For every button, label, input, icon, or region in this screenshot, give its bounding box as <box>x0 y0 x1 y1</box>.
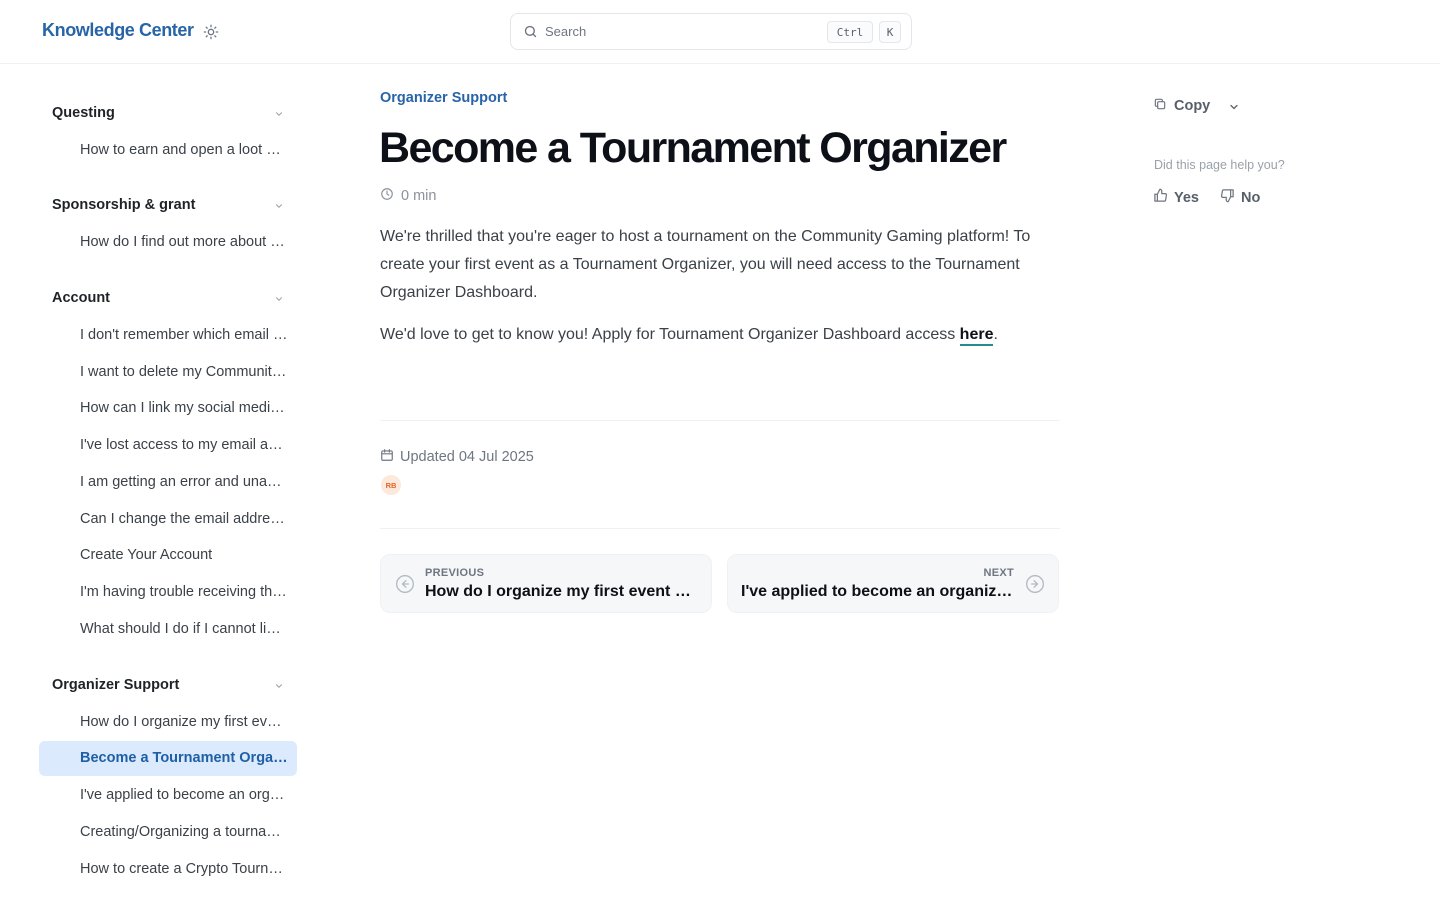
sidebar-item-label: Create Your Account <box>80 547 213 563</box>
sidebar-item[interactable]: Creating/Organizing a tournament <box>39 815 297 850</box>
copy-button[interactable]: Copy <box>1153 96 1210 116</box>
article-paragraph: We'd love to get to know you! Apply for … <box>380 321 1070 349</box>
sidebar-item[interactable]: I've lost access to my email account <box>39 428 297 463</box>
sidebar-item[interactable]: I'm having trouble receiving the verific… <box>39 575 297 610</box>
no-label: No <box>1241 189 1261 206</box>
copy-icon <box>1153 97 1167 115</box>
sun-icon[interactable] <box>202 23 220 41</box>
apply-here-link[interactable]: here <box>959 326 994 346</box>
read-time: 0 min <box>380 187 436 205</box>
sidebar-item-label: How can I link my social media accounts? <box>80 400 288 416</box>
next-title: I've applied to become an organizer, wha… <box>741 583 1017 600</box>
clock-icon <box>380 187 394 205</box>
sidebar-nav: Questing How to earn and open a loot box… <box>0 64 320 900</box>
shortcut-ctrl-key: Ctrl <box>827 21 873 43</box>
sidebar-item-label: How do I find out more about sponsorship… <box>80 234 288 250</box>
sidebar-item-label: Creating/Organizing a tournament <box>80 824 288 840</box>
sidebar-item[interactable]: What should I do if I cannot link my acc… <box>39 612 297 647</box>
sidebar-item-label: Can I change the email address on my acc… <box>80 511 288 527</box>
sidebar-item-label: What should I do if I cannot link my acc… <box>80 621 288 637</box>
sidebar-item-active[interactable]: Become a Tournament Organizer <box>39 741 297 776</box>
search-icon <box>523 24 538 44</box>
previous-title: How do I organize my first event on Comm… <box>425 583 695 600</box>
chevron-down-icon[interactable] <box>1228 100 1242 114</box>
next-page-button[interactable]: NEXT I've applied to become an organizer… <box>727 554 1059 613</box>
sidebar-item[interactable]: How to create a Crypto Tournament <box>39 852 297 887</box>
sidebar-item[interactable]: Create Your Account <box>39 538 297 573</box>
sidebar-item-label: I want to delete my Community Gaming acc… <box>80 364 288 380</box>
sidebar-item[interactable]: I am getting an error and unable to log … <box>39 465 297 500</box>
read-time-value: 0 min <box>401 188 437 204</box>
feedback-no-button[interactable]: No <box>1220 188 1260 207</box>
calendar-icon <box>380 448 394 466</box>
arrow-left-circle-icon <box>395 574 415 594</box>
sidebar-group-account[interactable]: Account <box>52 290 110 306</box>
sidebar-item-label: I don't remember which email I used to s… <box>80 327 288 343</box>
sidebar-item-label: How do I organize my first event? <box>80 714 288 730</box>
sidebar-item-label: I've lost access to my email account <box>80 437 288 453</box>
page-title: Become a Tournament Organizer <box>379 124 1007 172</box>
sidebar-item-label: I'm having trouble receiving the verific… <box>80 584 288 600</box>
sidebar-item[interactable]: How can I link my social media accounts? <box>39 391 297 426</box>
sidebar-item[interactable]: I want to delete my Community Gaming acc… <box>39 355 297 390</box>
chevron-down-icon[interactable] <box>272 679 286 693</box>
sidebar-item[interactable]: I've applied to become an organizer <box>39 778 297 813</box>
feedback-question: Did this page help you? <box>1154 158 1285 172</box>
paragraph-text: We'd love to get to know you! Apply for … <box>380 326 960 343</box>
sidebar-group-organizer-support[interactable]: Organizer Support <box>52 677 179 693</box>
divider <box>380 420 1060 421</box>
updated-date-text: Updated 04 Jul 2025 <box>400 449 534 465</box>
next-label: NEXT <box>983 567 1014 579</box>
divider <box>380 528 1060 529</box>
sidebar-item[interactable]: Can I change the email address on my acc… <box>39 502 297 537</box>
shortcut-k-key: K <box>879 21 901 43</box>
chevron-down-icon[interactable] <box>272 107 286 121</box>
search-bar[interactable]: Search Ctrl K <box>510 13 912 50</box>
sidebar-item-label: Become a Tournament Organizer <box>80 750 288 766</box>
sidebar-item-label: How to create a Crypto Tournament <box>80 861 288 877</box>
chevron-down-icon[interactable] <box>272 292 286 306</box>
feedback-yes-button[interactable]: Yes <box>1153 188 1199 207</box>
sidebar-item[interactable]: How do I find out more about sponsorship… <box>39 225 297 260</box>
sidebar-item[interactable]: I don't remember which email I used to s… <box>39 318 297 353</box>
sidebar-group-sponsorship[interactable]: Sponsorship & grant <box>52 197 195 213</box>
arrow-right-circle-icon <box>1025 574 1045 594</box>
top-header: Knowledge Center Search Ctrl K <box>0 0 1440 64</box>
paragraph-punctuation: . <box>993 326 998 343</box>
thumbs-down-icon <box>1220 188 1235 207</box>
sidebar-item-label: I've applied to become an organizer <box>80 787 288 803</box>
sidebar-item[interactable]: How to earn and open a loot box <box>39 133 297 168</box>
previous-label: PREVIOUS <box>425 567 485 579</box>
author-avatar[interactable]: RB <box>381 475 401 495</box>
search-placeholder: Search <box>545 24 587 39</box>
yes-label: Yes <box>1174 189 1199 206</box>
sidebar-item-label: How to earn and open a loot box <box>80 142 288 158</box>
sidebar-item-label: I am getting an error and unable to log … <box>80 474 288 490</box>
copy-label: Copy <box>1174 98 1211 114</box>
previous-page-button[interactable]: PREVIOUS How do I organize my first even… <box>380 554 712 613</box>
sidebar-group-questing[interactable]: Questing <box>52 105 115 121</box>
thumbs-up-icon <box>1153 188 1168 207</box>
breadcrumb[interactable]: Organizer Support <box>380 90 507 106</box>
updated-date: Updated 04 Jul 2025 <box>380 448 534 466</box>
sidebar-item[interactable]: How do I organize my first event? <box>39 705 297 740</box>
article-paragraph: We're thrilled that you're eager to host… <box>380 228 1031 301</box>
chevron-down-icon[interactable] <box>272 199 286 213</box>
brand-logo-text[interactable]: Knowledge Center <box>42 20 194 41</box>
